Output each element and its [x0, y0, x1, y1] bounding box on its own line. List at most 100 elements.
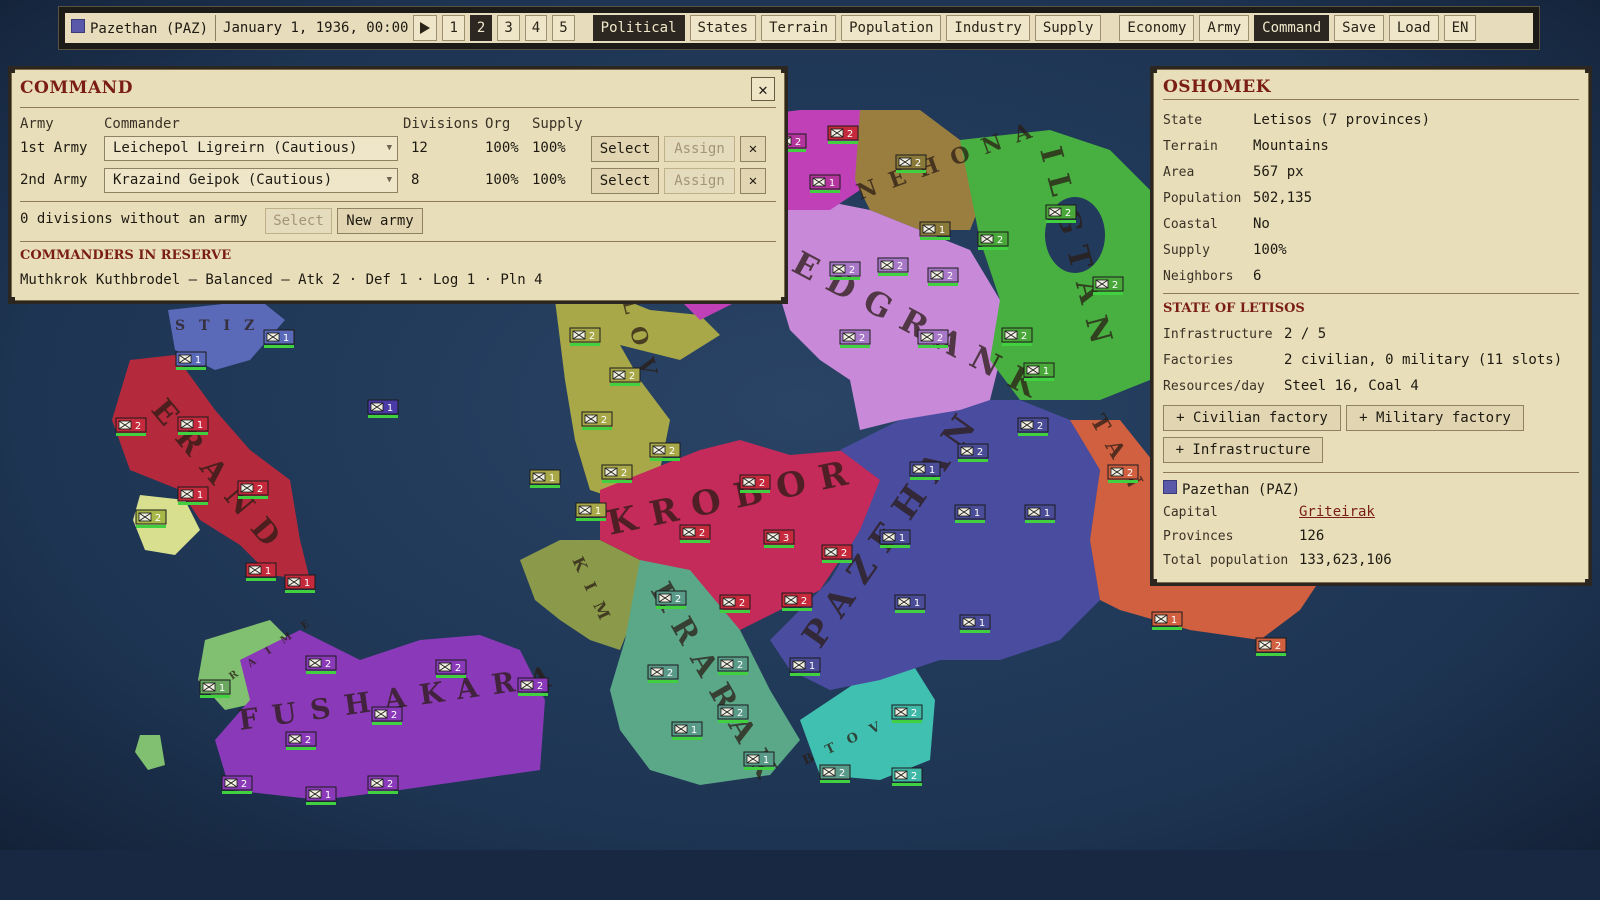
unit-counter[interactable]: 2 [655, 590, 687, 609]
unit-counter[interactable]: 1 [199, 679, 231, 698]
build-military-factory-button[interactable]: + Military factory [1346, 405, 1524, 431]
unit-counter[interactable]: 1 [671, 721, 703, 740]
unit-counter[interactable]: 1 [367, 399, 399, 418]
unit-counter[interactable]: 1 [894, 594, 926, 613]
unit-counter[interactable]: 2 [891, 704, 923, 723]
language-button[interactable]: EN [1443, 15, 1477, 41]
speed-2-button[interactable]: 2 [469, 15, 493, 41]
unit-counter[interactable]: 1 [1151, 611, 1183, 630]
speed-1-button[interactable]: 1 [442, 15, 465, 41]
unit-counter[interactable]: 2 [285, 731, 317, 750]
unit-counter[interactable]: 2 [237, 480, 269, 499]
select-army-button[interactable]: Select [591, 136, 659, 162]
unit-counter[interactable]: 1 [529, 469, 561, 488]
new-army-button[interactable]: New army [337, 208, 423, 234]
mapmode-states[interactable]: States [689, 15, 757, 41]
select-army-button[interactable]: Select [591, 168, 659, 194]
unit-counter[interactable]: 1 [177, 486, 209, 505]
unit-counter[interactable]: 1 [954, 504, 986, 523]
unit-counter[interactable]: 1 [284, 574, 316, 593]
unit-counter[interactable]: 2 [877, 257, 909, 276]
capital-link[interactable]: Griteirak [1299, 504, 1375, 520]
unit-counter[interactable]: 1 [175, 351, 207, 370]
mapmode-industry[interactable]: Industry [946, 15, 1030, 41]
menu-economy[interactable]: Economy [1119, 15, 1195, 41]
menu-command[interactable]: Command [1254, 15, 1330, 41]
mapmode-political[interactable]: Political [592, 15, 685, 41]
mapmode-terrain[interactable]: Terrain [761, 15, 837, 41]
unit-counter[interactable]: 2 [569, 327, 601, 346]
unit-counter[interactable]: 2 [739, 474, 771, 493]
unit-counter[interactable]: 2 [581, 411, 613, 430]
unit-counter[interactable]: 2 [1107, 464, 1139, 483]
unit-counter[interactable]: 1 [919, 221, 951, 240]
unit-counter[interactable]: 1 [879, 529, 911, 548]
unit-counter[interactable]: 2 [1017, 417, 1049, 436]
unit-counter[interactable]: 2 [819, 764, 851, 783]
disband-army-button[interactable]: ✕ [740, 168, 766, 194]
unit-counter[interactable]: 2 [305, 655, 337, 674]
menu-army[interactable]: Army [1199, 15, 1250, 41]
build-infrastructure-button[interactable]: + Infrastructure [1163, 437, 1323, 463]
build-civilian-factory-button[interactable]: + Civilian factory [1163, 405, 1341, 431]
mapmode-supply[interactable]: Supply [1034, 15, 1102, 41]
unit-counter[interactable]: 2 [517, 677, 549, 696]
unit-counter[interactable]: 1 [743, 751, 775, 770]
assign-army-button[interactable]: Assign [664, 136, 735, 162]
unit-counter[interactable]: 2 [435, 659, 467, 678]
unit-counter[interactable]: 2 [917, 329, 949, 348]
unit-counter[interactable]: 1 [305, 786, 337, 805]
unit-counter[interactable]: 1 [177, 416, 209, 435]
unit-counter[interactable]: 1 [909, 461, 941, 480]
unit-counter[interactable]: 1 [789, 657, 821, 676]
mapmode-population[interactable]: Population [841, 15, 942, 41]
unit-counter[interactable]: 2 [717, 704, 749, 723]
unit-counter[interactable]: 2 [601, 464, 633, 483]
unit-counter[interactable]: 2 [957, 443, 989, 462]
commander-select[interactable]: Leichepol Ligreirn (Cautious) ▼ [104, 136, 398, 161]
unit-counter[interactable]: 2 [647, 664, 679, 683]
assign-army-button[interactable]: Assign [664, 168, 735, 194]
unit-counter[interactable]: 2 [649, 442, 681, 461]
unit-counter[interactable]: 2 [135, 509, 167, 528]
unit-counter[interactable]: 2 [717, 656, 749, 675]
unit-counter[interactable]: 2 [977, 231, 1009, 250]
speed-5-button[interactable]: 5 [552, 15, 575, 41]
disband-army-button[interactable]: ✕ [740, 136, 766, 162]
unit-counter[interactable]: 3 [763, 529, 795, 548]
unit-counter[interactable]: 2 [679, 524, 711, 543]
unit-counter[interactable]: 2 [367, 775, 399, 794]
close-command-button[interactable]: ✕ [751, 77, 775, 101]
unit-counter[interactable]: 2 [115, 417, 147, 436]
unit-counter[interactable]: 2 [839, 329, 871, 348]
unit-counter[interactable]: 2 [827, 125, 859, 144]
unit-counter[interactable]: 1 [263, 329, 295, 348]
unit-counter[interactable]: 1 [809, 174, 841, 193]
load-button[interactable]: Load [1388, 15, 1439, 41]
unit-counter[interactable]: 2 [1001, 327, 1033, 346]
unit-counter[interactable]: 1 [245, 562, 277, 581]
unit-counter[interactable]: 1 [1023, 362, 1055, 381]
unit-counter[interactable]: 2 [891, 767, 923, 786]
unit-counter[interactable]: 1 [959, 614, 991, 633]
unit-counter[interactable]: 2 [781, 592, 813, 611]
unit-counter[interactable]: 2 [719, 594, 751, 613]
unit-counter[interactable]: 2 [1255, 637, 1287, 656]
commander-select[interactable]: Krazaind Geipok (Cautious) ▼ [104, 168, 398, 193]
unit-counter[interactable]: 1 [1024, 504, 1056, 523]
play-button[interactable] [413, 15, 438, 41]
unit-counter[interactable]: 2 [609, 367, 641, 386]
save-button[interactable]: Save [1334, 15, 1384, 41]
unit-counter[interactable]: 2 [1045, 204, 1077, 223]
unit-counter[interactable]: 1 [575, 502, 607, 521]
unit-counter[interactable]: 2 [821, 544, 853, 563]
unit-counter[interactable]: 2 [895, 154, 927, 173]
unit-counter[interactable]: 2 [371, 706, 403, 725]
speed-4-button[interactable]: 4 [524, 15, 548, 41]
unit-counter[interactable]: 2 [829, 261, 861, 280]
unit-counter[interactable]: 2 [221, 775, 253, 794]
unit-counter[interactable]: 2 [927, 267, 959, 286]
select-unassigned-button[interactable]: Select [265, 208, 332, 234]
speed-3-button[interactable]: 3 [497, 15, 520, 41]
player-country[interactable]: Pazethan (PAZ) [71, 19, 208, 37]
